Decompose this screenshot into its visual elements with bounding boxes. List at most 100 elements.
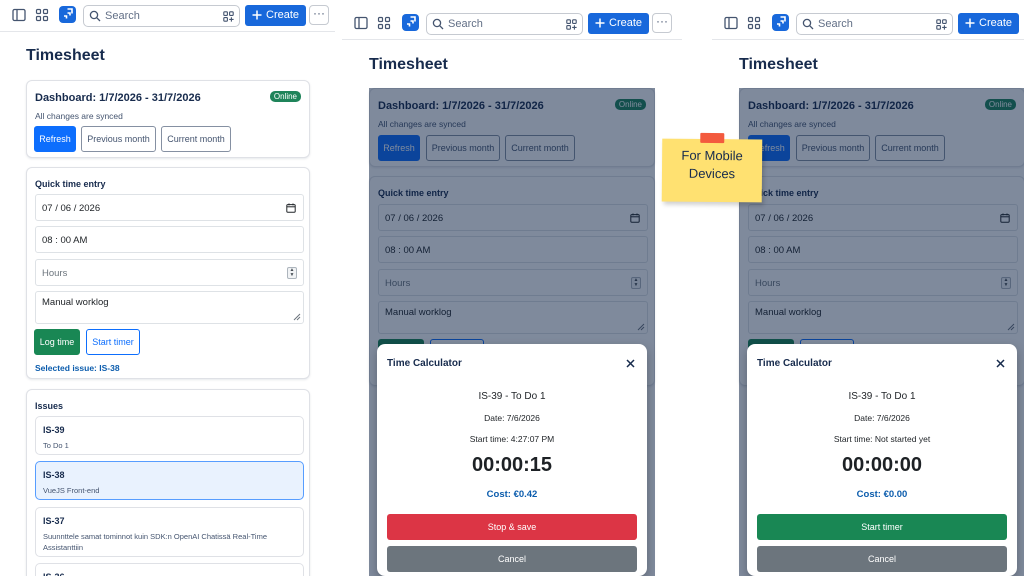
- issue-row[interactable]: IS-37 Suunnttele samat tominnot kuin SDK…: [35, 507, 304, 557]
- ai-sparkle-icon[interactable]: [936, 19, 947, 30]
- resize-grip-icon[interactable]: [293, 313, 301, 321]
- close-icon[interactable]: [626, 359, 635, 368]
- ai-sparkle-icon[interactable]: [566, 19, 577, 30]
- more-icon: ···: [313, 6, 325, 20]
- more-button[interactable]: ···: [652, 13, 672, 33]
- search-icon: [802, 18, 814, 30]
- start-timer-modal-button[interactable]: Start timer: [757, 514, 1007, 540]
- timer-display: 00:00:15: [471, 454, 553, 476]
- top-navigation-bar: Search Create ···: [342, 8, 682, 40]
- issue-key: IS-36: [43, 572, 65, 576]
- time-calculator-modal: Time Calculator IS-39 - To Do 1 Date: 7/…: [377, 344, 647, 576]
- issues-title: Issues: [35, 401, 64, 411]
- time-calculator-modal: Time Calculator IS-39 - To Do 1 Date: 7/…: [747, 344, 1017, 576]
- app-grid-icon[interactable]: [35, 8, 49, 22]
- sidebar-toggle-icon[interactable]: [354, 16, 368, 30]
- dashboard-card: Dashboard: 1/7/2026 - 31/7/2026 Online A…: [26, 80, 310, 158]
- close-icon[interactable]: [996, 359, 1005, 368]
- cancel-button[interactable]: Cancel: [387, 546, 637, 572]
- issue-summary: Suunnttele samat tominnot kuin SDK:n Ope…: [43, 532, 267, 552]
- tape-icon: [700, 132, 725, 144]
- log-time-button[interactable]: Log time: [34, 329, 80, 355]
- dashboard-title: Dashboard: 1/7/2026 - 31/7/2026: [35, 92, 201, 104]
- start-timer-button[interactable]: Start timer: [86, 329, 140, 355]
- search-placeholder: Search: [818, 18, 853, 30]
- quick-time-entry-card: Quick time entry 07 / 06 / 2026 08 : 00 …: [26, 167, 310, 379]
- cancel-button[interactable]: Cancel: [757, 546, 1007, 572]
- spinner-arrows-icon[interactable]: ▲▼: [287, 267, 297, 279]
- modal-issue: IS-39 - To Do 1: [848, 391, 916, 402]
- search-placeholder: Search: [105, 10, 140, 22]
- page-title: Timesheet: [369, 56, 448, 73]
- issue-key: IS-37: [43, 516, 65, 526]
- top-navigation-bar: Search Create: [712, 8, 1024, 40]
- modal-start-time: Start time: Not started yet: [833, 434, 931, 444]
- issue-row[interactable]: IS-39 To Do 1: [35, 416, 304, 455]
- modal-start-time: Start time: 4:27:07 PM: [469, 434, 555, 444]
- sticky-note-line-2: Devices: [688, 165, 736, 182]
- timer-display: 00:00:00: [841, 454, 923, 476]
- status-badge: Online: [269, 91, 301, 102]
- current-month-button[interactable]: Current month: [161, 126, 231, 152]
- issues-card: Issues IS-39 To Do 1 IS-38 VueJS Front-e…: [26, 389, 310, 576]
- page-title: Timesheet: [739, 56, 818, 73]
- search-placeholder: Search: [448, 18, 483, 30]
- worklog-value: Manual worklog: [42, 297, 109, 308]
- jira-logo-icon[interactable]: [59, 6, 76, 23]
- jira-logo-icon[interactable]: [402, 14, 419, 31]
- top-navigation-bar: Search Create ···: [0, 0, 335, 32]
- stop-and-save-button[interactable]: Stop & save: [387, 514, 637, 540]
- jira-logo-icon[interactable]: [772, 14, 789, 31]
- issue-summary: To Do 1: [43, 441, 69, 450]
- page-title: Timesheet: [26, 47, 105, 64]
- mobile-view-running-timer-panel: Search Create ··· Timesheet Dashboard: 1…: [342, 8, 682, 576]
- search-icon: [89, 10, 101, 22]
- desktop-view-panel: Search Create ··· Timesheet Dashboard: 1…: [0, 0, 335, 576]
- create-button-label: Create: [609, 17, 643, 29]
- issue-key: IS-38: [43, 470, 65, 480]
- issue-row-selected[interactable]: IS-38 VueJS Front-end: [35, 461, 304, 500]
- create-button[interactable]: Create: [588, 13, 650, 34]
- worklog-textarea[interactable]: Manual worklog: [35, 291, 304, 324]
- modal-title: Time Calculator: [387, 358, 462, 369]
- modal-issue: IS-39 - To Do 1: [478, 391, 546, 402]
- cost-display: Cost: €0.42: [486, 489, 538, 500]
- sync-status-text: All changes are synced: [35, 111, 123, 121]
- plus-icon: [964, 17, 976, 29]
- modal-title: Time Calculator: [757, 358, 832, 369]
- sticky-note: For Mobile Devices: [661, 132, 763, 203]
- search-input[interactable]: Search: [426, 13, 583, 35]
- issue-key: IS-39: [43, 425, 65, 435]
- sidebar-toggle-icon[interactable]: [12, 8, 26, 22]
- time-value: 08 : 00 AM: [42, 235, 88, 246]
- refresh-button[interactable]: Refresh: [34, 126, 76, 152]
- sticky-note-line-1: For Mobile: [681, 147, 743, 164]
- create-button-label: Create: [266, 9, 300, 21]
- selected-issue-label: Selected issue: IS-38: [35, 363, 120, 373]
- app-grid-icon[interactable]: [377, 16, 391, 30]
- sidebar-toggle-icon[interactable]: [724, 16, 738, 30]
- more-icon: ···: [656, 14, 668, 28]
- ai-sparkle-icon[interactable]: [223, 11, 234, 22]
- time-input[interactable]: 08 : 00 AM: [35, 226, 304, 253]
- plus-icon: [594, 17, 606, 29]
- modal-date: Date: 7/6/2026: [854, 413, 910, 423]
- cost-display: Cost: €0.00: [856, 489, 908, 500]
- previous-month-button[interactable]: Previous month: [81, 126, 156, 152]
- search-input[interactable]: Search: [796, 13, 953, 35]
- date-input[interactable]: 07 / 06 / 2026: [35, 194, 304, 221]
- search-input[interactable]: Search: [83, 5, 240, 27]
- mobile-view-idle-timer-panel: Search Create Timesheet Dashboard: 1/7/2…: [712, 8, 1024, 576]
- modal-date: Date: 7/6/2026: [484, 413, 540, 423]
- issue-row[interactable]: IS-36: [35, 563, 304, 576]
- more-button[interactable]: ···: [309, 5, 329, 25]
- quick-time-entry-title: Quick time entry: [35, 179, 106, 189]
- hours-placeholder: Hours: [42, 268, 68, 279]
- plus-icon: [251, 9, 263, 21]
- hours-input[interactable]: Hours ▲▼: [35, 259, 304, 286]
- create-button[interactable]: Create: [245, 5, 307, 26]
- calendar-icon[interactable]: [286, 203, 296, 213]
- app-grid-icon[interactable]: [747, 16, 761, 30]
- search-icon: [432, 18, 444, 30]
- create-button[interactable]: Create: [958, 13, 1020, 34]
